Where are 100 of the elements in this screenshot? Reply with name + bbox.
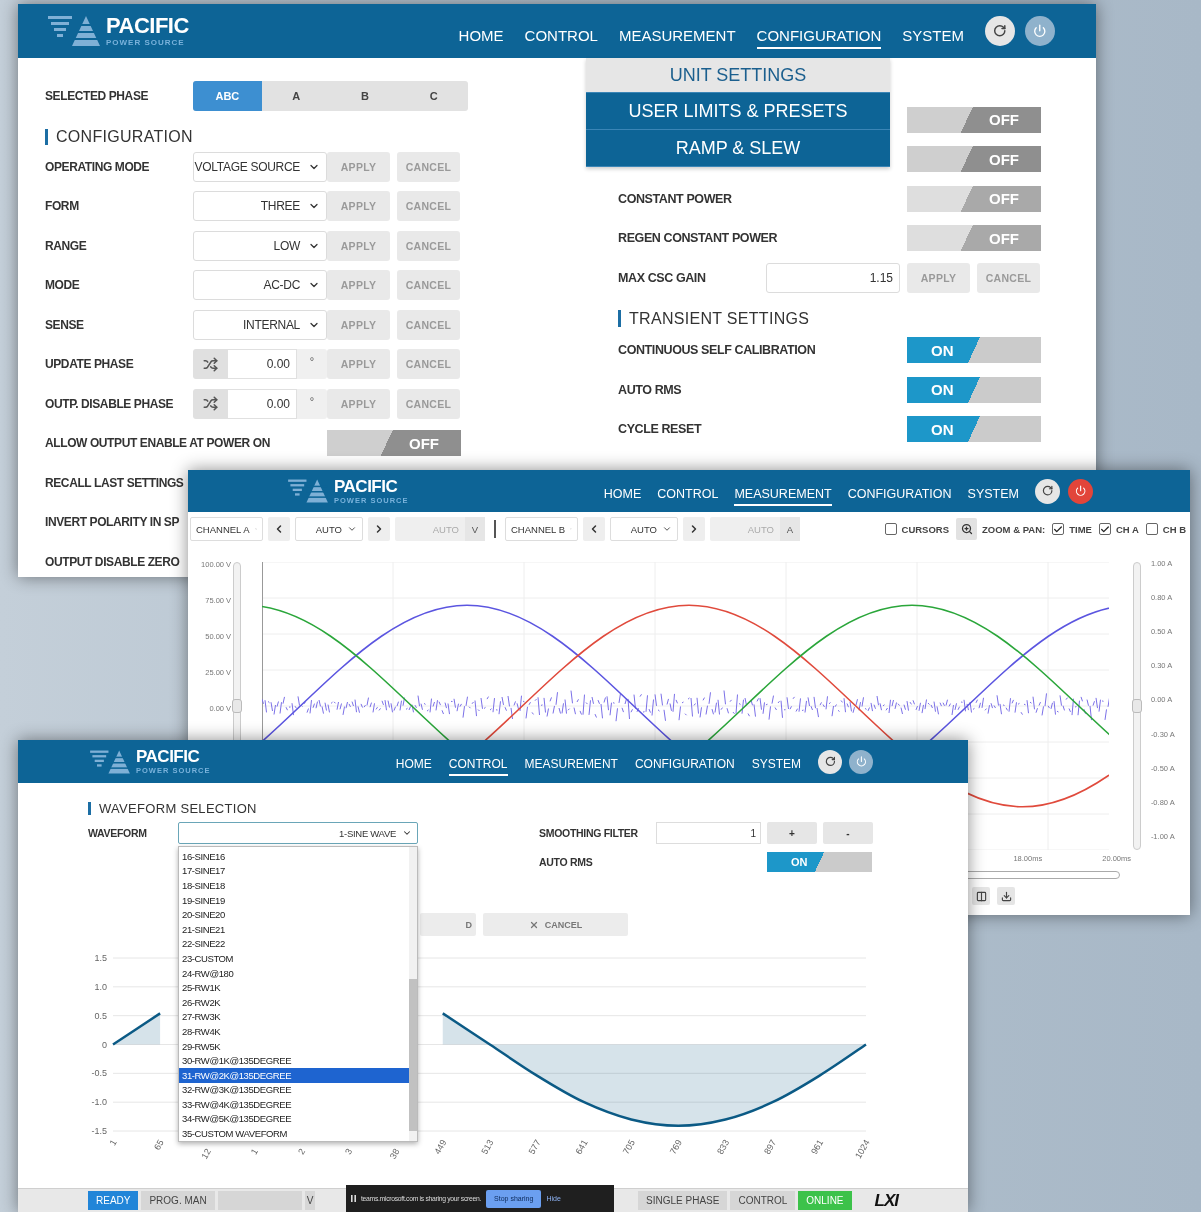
slider-thumb[interactable]: [232, 699, 243, 713]
status-item: SINGLE PHASE: [638, 1191, 728, 1210]
phase-tab[interactable]: C: [399, 81, 468, 111]
toggle-switch[interactable]: OFF: [907, 146, 1041, 173]
number-field[interactable]: 0.00: [227, 349, 297, 380]
menu-item[interactable]: RAMP & SLEW: [586, 130, 890, 167]
dropdown[interactable]: VOLTAGE SOURCE: [193, 151, 327, 182]
toggle-switch[interactable]: ON: [767, 852, 872, 872]
dropdown-option[interactable]: 31-RW@2K@135DEGREE: [179, 1067, 409, 1083]
split-button[interactable]: [972, 887, 990, 905]
toggle-switch[interactable]: ON: [907, 337, 1041, 364]
number-field[interactable]: 1: [656, 822, 761, 844]
previous-button[interactable]: [268, 517, 290, 541]
dropdown-option[interactable]: 35-CUSTOM WAVEFORM: [179, 1126, 409, 1141]
decrement-button[interactable]: -: [823, 822, 873, 844]
nav-tab[interactable]: CONFIGURATION: [847, 476, 952, 506]
checkbox[interactable]: [1098, 523, 1111, 535]
channel-select[interactable]: CHANNEL B: [505, 517, 578, 541]
dropdown-option[interactable]: 26-RW2K: [179, 994, 409, 1010]
toggle-switch[interactable]: ON: [907, 416, 1041, 443]
axis-tick-label: 897: [762, 1138, 779, 1156]
dropdown-option[interactable]: 34-RW@5K@135DEGREE: [179, 1111, 409, 1127]
toggle-switch[interactable]: ON: [907, 376, 1041, 403]
dropdown-option[interactable]: 29-RW5K: [179, 1038, 409, 1054]
toggle-switch[interactable]: OFF: [327, 430, 461, 457]
dropdown-option[interactable]: 30-RW@1K@135DEGREE: [179, 1053, 409, 1068]
checkbox[interactable]: [1052, 523, 1065, 535]
dropdown-option[interactable]: 16-SINE16: [179, 849, 409, 864]
refresh-button[interactable]: [818, 749, 842, 774]
dropdown[interactable]: INTERNAL: [193, 309, 327, 340]
previous-button[interactable]: [583, 517, 605, 541]
nav-tab[interactable]: CONTROL: [524, 13, 598, 49]
number-field[interactable]: 0.00: [227, 388, 297, 419]
refresh-icon: [1041, 485, 1054, 497]
scrollbar-thumb[interactable]: [409, 979, 417, 1131]
action-button[interactable]: D: [420, 913, 476, 936]
nav-tab[interactable]: CONFIGURATION: [634, 747, 735, 776]
nav-tab[interactable]: SYSTEM: [902, 13, 964, 49]
download-button[interactable]: [997, 887, 1015, 905]
dropdown-option[interactable]: 21-SINE21: [179, 921, 409, 937]
nav-tab[interactable]: HOME: [395, 747, 432, 776]
logo-text: PACIFIC: [136, 748, 201, 766]
shuffle-button[interactable]: [193, 388, 227, 419]
nav-tab[interactable]: MEASUREMENT: [618, 13, 736, 49]
toggle-switch[interactable]: OFF: [907, 106, 1041, 133]
phase-tab[interactable]: ABC: [193, 81, 262, 111]
nav-tab[interactable]: SYSTEM: [751, 747, 801, 776]
nav-tab[interactable]: CONFIGURATION: [756, 13, 882, 49]
checkbox-label: TIME: [1069, 523, 1092, 535]
menu-item[interactable]: UNIT SETTINGS: [586, 58, 890, 93]
scale-select[interactable]: AUTO: [610, 517, 678, 541]
refresh-button[interactable]: [1035, 478, 1060, 504]
dropdown-option[interactable]: 33-RW@4K@135DEGREE: [179, 1097, 409, 1112]
increment-button[interactable]: +: [767, 822, 817, 844]
axis-tick-label: 513: [479, 1138, 496, 1156]
nav-tab[interactable]: CONTROL: [448, 747, 508, 776]
dropdown-option[interactable]: 18-SINE18: [179, 878, 409, 893]
refresh-button[interactable]: [985, 16, 1015, 46]
dropdown-option[interactable]: 22-SINE22: [179, 936, 409, 952]
dropdown-option[interactable]: 23-CUSTOM: [179, 951, 409, 966]
checkbox[interactable]: [1145, 523, 1158, 535]
cancel-button[interactable]: CANCEL: [483, 913, 628, 936]
dropdown[interactable]: THREE: [193, 191, 327, 222]
dropdown-option[interactable]: 32-RW@3K@135DEGREE: [179, 1082, 409, 1098]
scrollbar[interactable]: [409, 847, 417, 1141]
dropdown-option[interactable]: 20-SINE20: [179, 907, 409, 922]
dropdown-option[interactable]: 25-RW1K: [179, 980, 409, 995]
power-button[interactable]: [1025, 16, 1055, 46]
dropdown-option[interactable]: 17-SINE17: [179, 863, 409, 879]
scale-select[interactable]: AUTO: [295, 517, 363, 541]
power-button[interactable]: [1068, 478, 1093, 504]
channel-select[interactable]: CHANNEL A: [190, 517, 263, 541]
nav-tab[interactable]: MEASUREMENT: [524, 747, 618, 776]
phase-tab[interactable]: B: [330, 81, 400, 111]
dropdown-option[interactable]: 28-RW4K: [179, 1024, 409, 1039]
next-button[interactable]: [683, 517, 705, 541]
nav-tab[interactable]: HOME: [603, 476, 642, 506]
next-button[interactable]: [368, 517, 390, 541]
menu-item[interactable]: USER LIMITS & PRESETS: [586, 93, 890, 130]
checkbox-label: CH A: [1115, 523, 1139, 535]
nav-tab[interactable]: SYSTEM: [967, 476, 1019, 506]
phase-tab[interactable]: A: [261, 81, 331, 111]
nav-tab[interactable]: CONTROL: [657, 476, 719, 506]
dropdown[interactable]: AC-DC: [193, 270, 327, 301]
waveform-select[interactable]: 1-SINE WAVE: [178, 822, 418, 844]
number-field[interactable]: 1.15: [766, 262, 900, 293]
dropdown-option[interactable]: 27-RW3K: [179, 1009, 409, 1025]
checkbox[interactable]: [884, 523, 897, 535]
nav-tab[interactable]: HOME: [458, 13, 504, 49]
dropdown-option[interactable]: 19-SINE19: [179, 892, 409, 908]
power-button[interactable]: [849, 749, 873, 774]
dropdown-option[interactable]: 24-RW@180: [179, 965, 409, 981]
dropdown[interactable]: LOW: [193, 230, 327, 261]
setting-label: INVERT POLARITY IN SP: [45, 515, 180, 530]
shuffle-button[interactable]: [193, 349, 227, 380]
setting-label: OUTP. DISABLE PHASE: [45, 396, 174, 411]
nav-tab[interactable]: MEASUREMENT: [734, 476, 832, 506]
zoom-button[interactable]: [956, 518, 978, 540]
refresh-icon: [993, 24, 1007, 38]
slider-thumb[interactable]: [1132, 699, 1142, 713]
